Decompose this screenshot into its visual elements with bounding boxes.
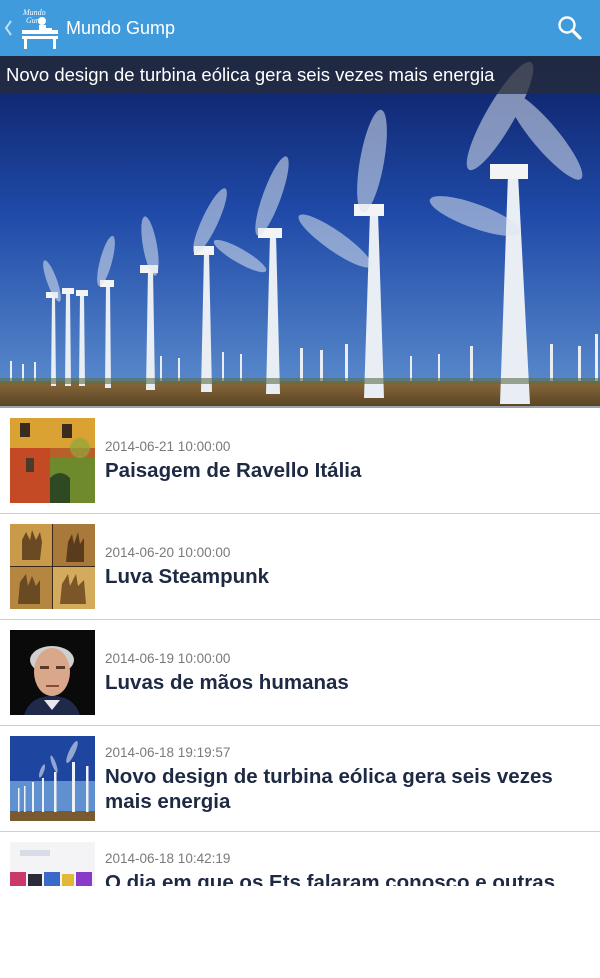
article-title: O dia em que os Ets falaram conosco e ou…: [105, 871, 555, 886]
article-date: 2014-06-19 10:00:00: [105, 651, 231, 666]
list-item-meta: 2014-06-18 19:19:57 Novo design de turbi…: [105, 726, 580, 831]
article-title: Novo design de turbina eólica gera seis …: [105, 764, 553, 813]
list-item[interactable]: 2014-06-20 10:00:00 Luva Steampunk: [0, 514, 600, 620]
app-logo[interactable]: Mundo Gump: [20, 6, 60, 50]
action-bar: Mundo Gump Mundo Gump: [0, 0, 600, 56]
steampunk-glove-photo: [10, 524, 95, 609]
article-title: Paisagem de Ravello Itália: [105, 459, 362, 482]
article-title: Luva Steampunk: [105, 565, 270, 588]
article-date: 2014-06-20 10:00:00: [105, 545, 231, 560]
list-item[interactable]: 2014-06-18 19:19:57 Novo design de turbi…: [0, 726, 600, 832]
man-portrait-photo: [10, 630, 95, 715]
search-icon: [558, 16, 582, 40]
app-title: Mundo Gump: [66, 18, 176, 38]
featured-article[interactable]: Novo design de turbina eólica gera seis …: [0, 56, 600, 408]
list-item[interactable]: 2014-06-18 10:42:19 O dia em que os Ets …: [0, 832, 600, 886]
search-button[interactable]: [554, 12, 586, 44]
chevron-left-icon[interactable]: [2, 17, 14, 39]
wind-turbines-photo: [0, 56, 600, 406]
list-item-meta: 2014-06-18 10:42:19 O dia em que os Ets …: [105, 832, 580, 886]
article-date: 2014-06-21 10:00:00: [105, 439, 231, 454]
featured-caption: Novo design de turbina eólica gera seis …: [0, 56, 600, 94]
list-item-meta: 2014-06-21 10:00:00 Paisagem de Ravello …: [105, 408, 580, 513]
list-item-meta: 2014-06-20 10:00:00 Luva Steampunk: [105, 514, 580, 619]
list-item-meta: 2014-06-19 10:00:00 Luvas de mãos humana…: [105, 620, 580, 725]
wind-turbines-photo: [10, 736, 95, 821]
colorful-letters-photo: [10, 842, 95, 886]
article-list[interactable]: 2014-06-21 10:00:00 Paisagem de Ravello …: [0, 408, 600, 886]
list-item[interactable]: 2014-06-21 10:00:00 Paisagem de Ravello …: [0, 408, 600, 514]
ivy-covered-building-photo: [10, 418, 95, 503]
article-date: 2014-06-18 19:19:57: [105, 744, 231, 760]
featured-title: Novo design de turbina eólica gera seis …: [6, 64, 495, 85]
article-title: Luvas de mãos humanas: [105, 671, 349, 694]
list-item[interactable]: 2014-06-19 10:00:00 Luvas de mãos humana…: [0, 620, 600, 726]
article-date: 2014-06-18 10:42:19: [105, 851, 231, 866]
